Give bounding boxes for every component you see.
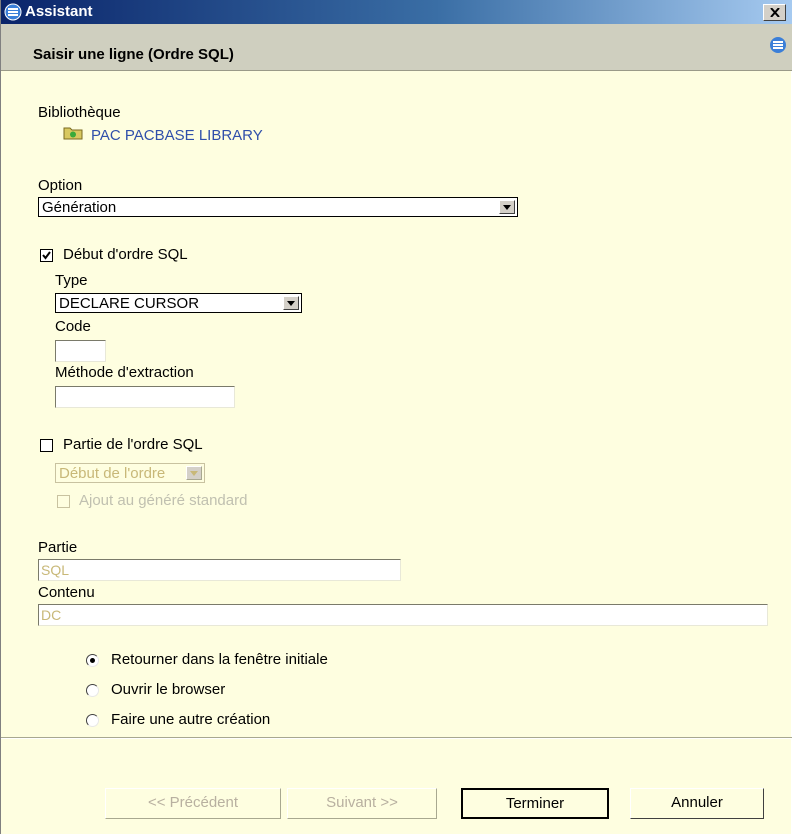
methode-input[interactable] <box>55 386 235 408</box>
partie-ordre-label: Partie de l'ordre SQL <box>63 436 203 453</box>
partie-ordre-checkbox[interactable] <box>40 439 53 452</box>
option-value: Génération <box>42 199 117 216</box>
separator <box>1 737 792 739</box>
app-icon <box>4 3 22 26</box>
contenu-input[interactable]: DC <box>38 604 768 626</box>
suivant-button[interactable]: Suivant >> <box>287 788 437 819</box>
partie-ordre-select[interactable]: Début de l'ordre <box>55 463 205 483</box>
page-title: Saisir une ligne (Ordre SQL) <box>33 46 234 63</box>
partie-input[interactable]: SQL <box>38 559 401 581</box>
radio-ouvrir-browser-label: Ouvrir le browser <box>111 681 226 698</box>
radio-retourner[interactable] <box>86 654 99 667</box>
ajout-checkbox[interactable] <box>57 495 70 508</box>
type-label: Type <box>55 272 88 289</box>
radio-ouvrir-browser[interactable] <box>86 684 99 697</box>
debut-ordre-label: Début d'ordre SQL <box>63 246 188 263</box>
chevron-down-icon[interactable] <box>186 466 202 480</box>
close-icon <box>769 8 780 17</box>
checkmark-icon <box>42 251 51 260</box>
chevron-down-icon[interactable] <box>499 200 515 214</box>
type-value: DECLARE CURSOR <box>59 295 200 312</box>
close-button[interactable] <box>763 4 786 21</box>
assistant-window: Assistant Saisir une ligne (Ordre SQL) B… <box>0 0 792 834</box>
option-label: Option <box>38 177 83 194</box>
title-bar[interactable]: Assistant <box>1 0 792 24</box>
annuler-button[interactable]: Annuler <box>630 788 764 819</box>
partie-label: Partie <box>38 539 78 556</box>
radio-dot <box>90 658 95 663</box>
window-title: Assistant <box>25 3 93 20</box>
library-link[interactable]: PAC PACBASE LIBRARY <box>63 126 263 145</box>
ajout-label: Ajout au généré standard <box>79 492 248 509</box>
partie-ordre-select-value: Début de l'ordre <box>59 465 166 482</box>
library-label: Bibliothèque <box>38 104 121 121</box>
precedent-button[interactable]: << Précédent <box>105 788 281 819</box>
folder-icon <box>63 126 83 145</box>
terminer-button[interactable]: Terminer <box>461 788 609 819</box>
wizard-header: Saisir une ligne (Ordre SQL) <box>1 24 792 71</box>
radio-autre-creation[interactable] <box>86 714 99 727</box>
help-icon[interactable] <box>769 36 787 59</box>
type-select[interactable]: DECLARE CURSOR <box>55 293 302 313</box>
methode-label: Méthode d'extraction <box>55 364 194 381</box>
radio-autre-creation-label: Faire une autre création <box>111 711 271 728</box>
partie-value: SQL <box>41 562 70 578</box>
code-label: Code <box>55 318 91 335</box>
chevron-down-icon[interactable] <box>283 296 299 310</box>
option-select[interactable]: Génération <box>38 197 518 217</box>
code-input[interactable] <box>55 340 106 362</box>
debut-ordre-checkbox[interactable] <box>40 249 53 262</box>
library-name: PAC PACBASE LIBRARY <box>91 127 263 144</box>
contenu-value: DC <box>41 607 62 623</box>
contenu-label: Contenu <box>38 584 95 601</box>
radio-retourner-label: Retourner dans la fenêtre initiale <box>111 651 328 668</box>
